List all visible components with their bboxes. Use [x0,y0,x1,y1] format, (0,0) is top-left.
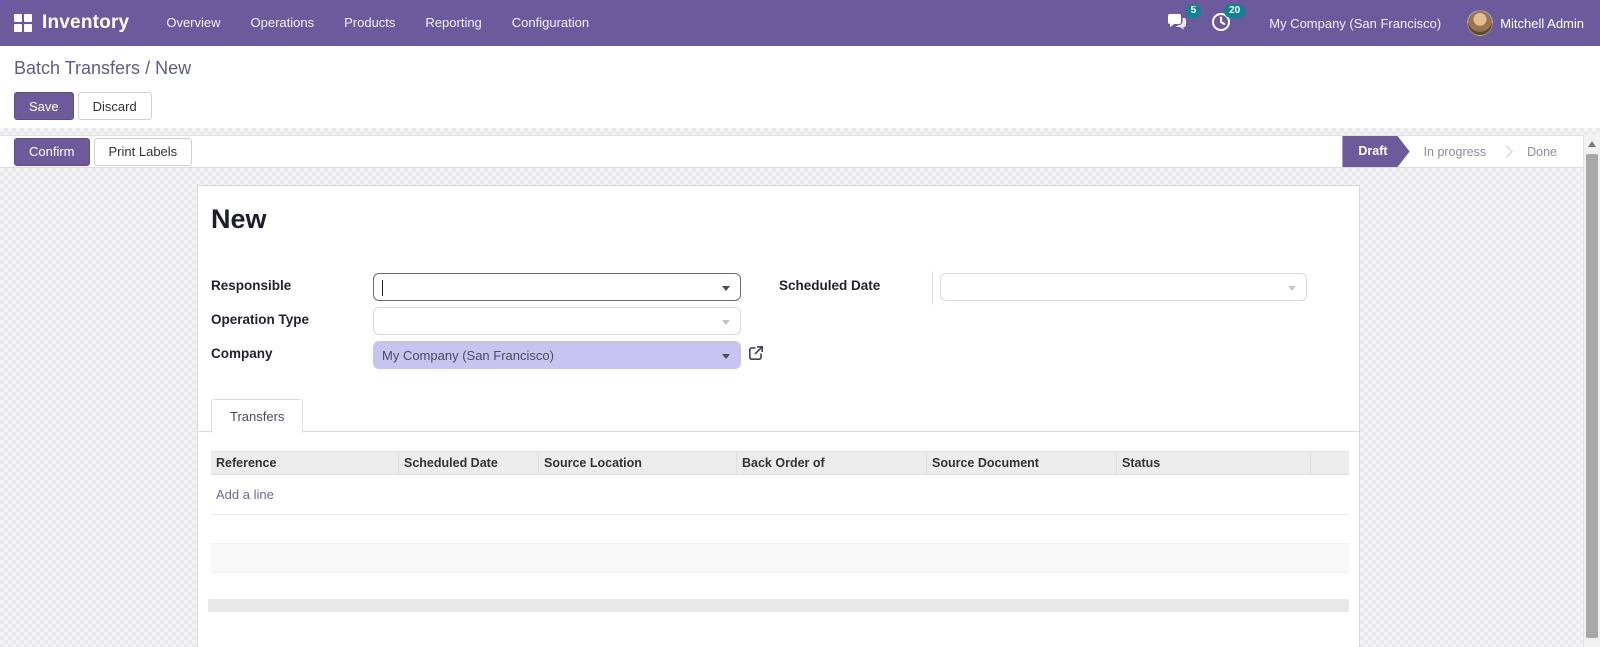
user-avatar[interactable] [1467,10,1494,36]
top-navbar: Inventory Overview Operations Products R… [0,0,1600,46]
dropdown-caret-icon[interactable] [722,286,730,291]
company-switcher[interactable]: My Company (San Francisco) [1269,16,1441,31]
vertical-scrollbar[interactable] [1583,135,1600,647]
nav-item-products[interactable]: Products [329,0,410,46]
dropdown-caret-icon[interactable] [1288,286,1296,291]
print-labels-button[interactable]: Print Labels [93,137,193,166]
form-view-area: New Responsible Operation Type Company M… [0,168,1583,647]
horizontal-scrollbar[interactable] [208,599,1349,612]
nav-item-reporting[interactable]: Reporting [410,0,496,46]
col-blank [1311,451,1349,475]
nav-item-operations[interactable]: Operations [236,0,330,46]
messages-button[interactable]: 5 [1165,4,1202,36]
table-row [211,573,1349,602]
nav-item-overview[interactable]: Overview [151,0,235,46]
control-panel: Batch Transfers / New Save Discard [0,46,1600,128]
breadcrumb: Batch Transfers / New [14,58,191,79]
text-cursor [382,280,383,296]
col-back-order-of[interactable]: Back Order of [737,451,927,475]
responsible-input[interactable] [373,273,741,301]
scheduled-date-input[interactable] [940,273,1307,301]
col-reference[interactable]: Reference [211,451,399,475]
status-step-draft[interactable]: Draft [1342,136,1409,167]
app-brand[interactable]: Inventory [42,12,129,34]
company-input[interactable]: My Company (San Francisco) [373,341,741,369]
field-group-divider [932,271,933,305]
company-value: My Company (San Francisco) [382,347,554,363]
external-link-icon[interactable] [747,344,765,367]
breadcrumb-current: New [155,58,192,78]
tab-transfers[interactable]: Transfers [211,399,304,433]
page: Inventory Overview Operations Products R… [0,0,1600,647]
col-scheduled-date[interactable]: Scheduled Date [399,451,539,475]
col-source-document[interactable]: Source Document [927,451,1117,475]
operation-type-input[interactable] [373,307,741,335]
activities-button[interactable]: 20 [1209,4,1246,36]
company-label: Company [211,346,273,361]
nav-item-configuration[interactable]: Configuration [497,0,604,46]
status-step-done[interactable]: Done [1513,145,1571,159]
scrollbar-thumb[interactable] [1586,154,1598,638]
messages-count-badge: 5 [1185,4,1202,18]
status-step-in-progress[interactable]: In progress [1410,145,1501,159]
activities-count-badge: 20 [1224,4,1246,18]
table-row [211,544,1349,573]
col-status[interactable]: Status [1117,451,1311,475]
form-sheet: New Responsible Operation Type Company M… [197,185,1360,647]
transfers-table: Reference Scheduled Date Source Location… [211,451,1349,602]
record-title: New [211,204,267,234]
table-header-row: Reference Scheduled Date Source Location… [211,451,1349,475]
save-button[interactable]: Save [14,92,74,120]
apps-grid-icon[interactable] [14,14,32,32]
status-steps: Draft In progress Done [1342,136,1571,167]
add-line-row: Add a line [211,475,1349,515]
breadcrumb-parent[interactable]: Batch Transfers [14,58,140,78]
add-a-line-link[interactable]: Add a line [211,487,274,502]
table-row [211,515,1349,544]
operation-type-label: Operation Type [211,312,310,327]
scheduled-date-label: Scheduled Date [779,278,881,293]
dropdown-caret-icon[interactable] [722,320,730,325]
dropdown-caret-icon[interactable] [722,354,730,359]
chevron-separator-icon [1500,145,1513,158]
responsible-label: Responsible [211,278,292,293]
discard-button[interactable]: Discard [77,92,152,120]
notebook-tabs: Transfers [198,398,1359,433]
form-statusbar: Confirm Print Labels Draft In progress D… [0,135,1583,168]
col-source-location[interactable]: Source Location [539,451,737,475]
user-menu[interactable]: Mitchell Admin [1500,16,1584,31]
scroll-up-arrow-icon[interactable] [1588,141,1596,147]
background-gap [0,128,1600,135]
confirm-button[interactable]: Confirm [14,137,90,166]
breadcrumb-separator: / [140,58,156,78]
